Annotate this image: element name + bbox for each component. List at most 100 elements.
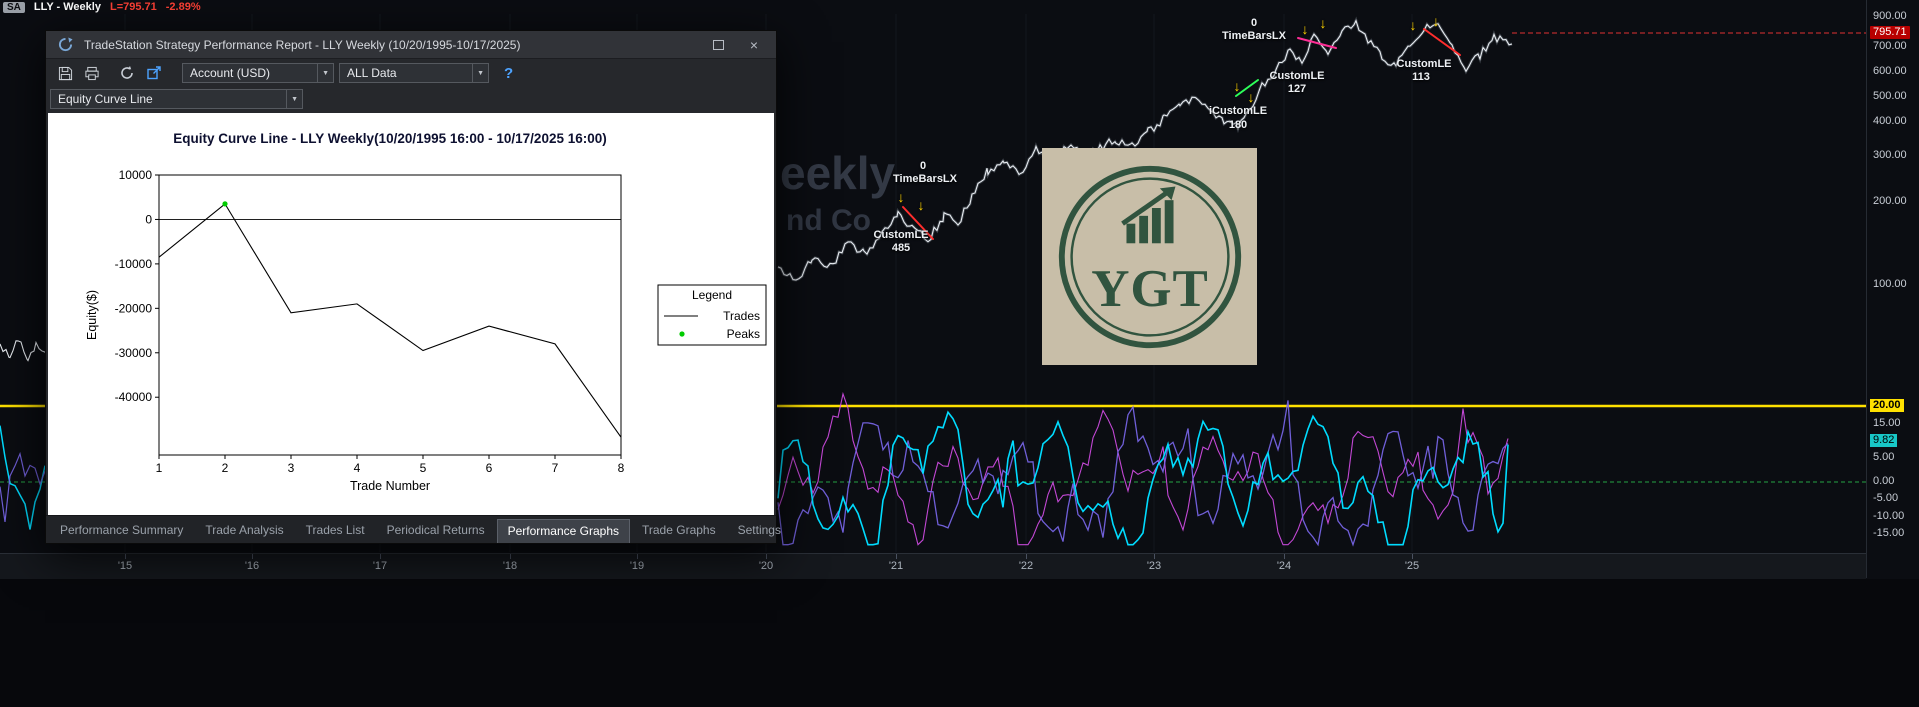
svg-text:-20000: -20000	[115, 301, 153, 315]
chevron-down-icon: ▼	[286, 90, 298, 108]
price-axis-label-500.00: 500.00	[1873, 90, 1907, 102]
tab-settings[interactable]: Settings	[728, 519, 791, 543]
svg-text:1: 1	[156, 461, 163, 475]
equity-curve-line	[158, 203, 622, 438]
performance-report-window: TradeStation Strategy Performance Report…	[45, 30, 781, 544]
svg-text:8: 8	[618, 461, 625, 475]
tab-performance-summary[interactable]: Performance Summary	[50, 519, 193, 543]
chevron-down-icon: ▼	[317, 64, 329, 82]
equity-chart-panel: Equity Curve Line - LLY Weekly(10/20/199…	[48, 113, 774, 515]
legend-item-peaks: Peaks	[727, 327, 760, 341]
price-axis[interactable]: 900.00 795.71 700.00 600.00 500.00 400.00 300.…	[1866, 0, 1919, 578]
close-button[interactable]: ×	[740, 35, 768, 55]
svg-text:4: 4	[354, 461, 361, 475]
price-axis-label-15.00: 15.00	[1873, 417, 1901, 429]
time-axis-year-19: '19	[629, 560, 645, 572]
print-button[interactable]	[81, 63, 103, 83]
last-price-readout: L=795.71	[109, 1, 157, 13]
equity-curve-chart: Equity Curve Line - LLY Weekly(10/20/199…	[85, 131, 767, 493]
tab-periodical-returns[interactable]: Periodical Returns	[377, 519, 495, 543]
save-button[interactable]	[54, 63, 76, 83]
ygt-logo-icon: YGT	[1058, 165, 1241, 348]
graph-selector-row: Equity Curve Line ▼	[46, 87, 776, 111]
report-toolbar: Account (USD) ▼ ALL Data ▼ ?	[46, 59, 776, 87]
print-icon	[85, 66, 99, 80]
tab-trade-graphs[interactable]: Trade Graphs	[632, 519, 726, 543]
equity-chart-title: Equity Curve Line - LLY Weekly(10/20/199…	[173, 131, 607, 146]
graph-type-dropdown[interactable]: Equity Curve Line ▼	[50, 89, 303, 109]
save-icon	[58, 66, 72, 80]
time-axis-year-17: '17	[372, 560, 388, 572]
time-axis-year-25: '25	[1404, 560, 1420, 572]
equity-x-axis-label: Trade Number	[350, 479, 430, 493]
time-axis-year-20: '20	[758, 560, 774, 572]
price-axis-label-700.00: 700.00	[1873, 40, 1907, 52]
ygt-logo-text: YGT	[1091, 260, 1209, 318]
price-axis-label-5.00: 5.00	[1873, 451, 1895, 463]
time-axis-year-15: '15	[117, 560, 133, 572]
svg-text:-40000: -40000	[115, 390, 153, 404]
trade-marker-line	[1235, 79, 1259, 97]
time-axis-year-22: '22	[1018, 560, 1034, 572]
maximize-button[interactable]	[704, 35, 732, 55]
svg-text:3: 3	[288, 461, 295, 475]
time-axis-tick	[637, 554, 638, 559]
help-icon[interactable]: ?	[504, 65, 513, 82]
tradestation-logo-icon	[54, 35, 76, 55]
price-axis-label-400.00: 400.00	[1873, 115, 1907, 127]
trade-marker-line	[902, 206, 934, 240]
svg-text:6: 6	[486, 461, 493, 475]
time-axis-tick	[1284, 554, 1285, 559]
time-axis[interactable]: '15 '16 '17 '18 '19 '20 '21 '22 '23 '24 '25	[0, 553, 1866, 580]
symbol-title: LLY - Weekly	[33, 1, 101, 13]
price-axis-label--10.00: -10.00	[1873, 510, 1905, 522]
tradestation-app: eekly nd Co YGT 0 TimeBarsLX CustomLE 485 0 T…	[0, 0, 1919, 707]
tab-performance-graphs[interactable]: Performance Graphs	[496, 519, 630, 543]
bottom-empty-area	[0, 579, 1919, 707]
price-axis-label-200.00: 200.00	[1873, 195, 1907, 207]
refresh-icon	[121, 66, 133, 79]
time-axis-tick	[896, 554, 897, 559]
time-axis-tick	[1154, 554, 1155, 559]
tab-trade-analysis[interactable]: Trade Analysis	[195, 519, 293, 543]
time-axis-tick	[125, 554, 126, 559]
maximize-icon	[712, 39, 724, 50]
time-axis-tick	[1412, 554, 1413, 559]
svg-text:5: 5	[420, 461, 427, 475]
data-range-dropdown-value: ALL Data	[347, 66, 397, 80]
data-range-dropdown[interactable]: ALL Data ▼	[339, 63, 489, 83]
svg-text:-10000: -10000	[115, 257, 153, 271]
price-axis-label-20.00: 20.00	[1870, 399, 1904, 412]
svg-text:2: 2	[222, 461, 229, 475]
price-axis-label--5.00: -5.00	[1873, 492, 1899, 504]
time-axis-tick	[510, 554, 511, 559]
refresh-button[interactable]	[116, 63, 138, 83]
time-axis-tick	[252, 554, 253, 559]
time-axis-tick	[380, 554, 381, 559]
peak-marker	[222, 201, 228, 207]
time-axis-year-16: '16	[244, 560, 260, 572]
export-window-button[interactable]	[143, 63, 165, 83]
price-axis-label--15.00: -15.00	[1873, 527, 1905, 539]
time-axis-year-21: '21	[888, 560, 904, 572]
price-axis-label-9.82: 9.82	[1870, 434, 1898, 447]
export-window-icon	[147, 66, 161, 80]
svg-text:7: 7	[552, 461, 559, 475]
price-axis-label-300.00: 300.00	[1873, 149, 1907, 161]
workspace-tab-badge[interactable]: SA	[3, 1, 25, 13]
ygt-logo-watermark: YGT	[1042, 148, 1257, 365]
equity-y-axis-label: Equity($)	[85, 290, 99, 340]
change-percent-readout: -2.89%	[165, 1, 201, 13]
price-axis-label-795.71: 795.71	[1870, 26, 1910, 39]
svg-text:-30000: -30000	[115, 346, 153, 360]
price-axis-label-0.00: 0.00	[1873, 475, 1895, 487]
window-titlebar[interactable]: TradeStation Strategy Performance Report…	[46, 31, 776, 59]
svg-text:10000: 10000	[119, 168, 153, 182]
tab-trades-list[interactable]: Trades List	[296, 519, 375, 543]
window-title: TradeStation Strategy Performance Report…	[84, 37, 521, 52]
price-axis-label-600.00: 600.00	[1873, 65, 1907, 77]
account-dropdown[interactable]: Account (USD) ▼	[182, 63, 334, 83]
report-tabs-bar: Performance Summary Trade Analysis Trades …	[46, 515, 781, 543]
price-axis-label-900.00: 900.00	[1873, 10, 1907, 22]
legend-title: Legend	[692, 288, 732, 302]
